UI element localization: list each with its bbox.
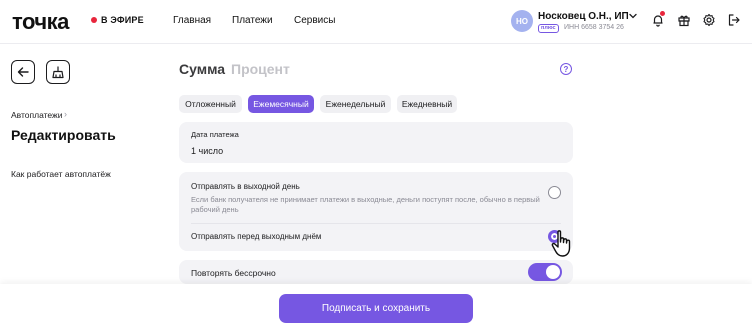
chevron-down-icon[interactable] [628,11,638,21]
clean-button[interactable] [46,60,70,84]
chip-weekly[interactable]: Еженедельный [320,95,391,113]
top-header: точка В ЭФИРЕ Главная Платежи Сервисы НО… [0,0,752,44]
option-weekend-title[interactable]: Отправлять в выходной день [191,182,300,191]
nav-payments[interactable]: Платежи [232,15,273,26]
payment-date-value: 1 число [191,146,224,156]
chip-monthly[interactable]: Ежемесячный [248,95,314,113]
repeat-forever-row: Повторять бессрочно [179,260,573,284]
help-icon[interactable]: ? [560,63,572,75]
plan-badge: плюс [538,24,559,33]
tab-amount[interactable]: Сумма [179,61,225,77]
breadcrumb-chevron-icon: › [64,109,67,119]
avatar[interactable]: НО [511,10,533,32]
live-indicator-dot [91,17,97,23]
exit-icon[interactable] [727,13,741,27]
payment-date-label: Дата платежа [191,130,239,139]
back-button[interactable] [11,60,35,84]
how-it-works-link[interactable]: Как работает автоплатёж [11,169,111,179]
hand-cursor-icon [551,230,571,257]
repeat-forever-toggle[interactable] [528,263,562,281]
arrow-left-icon [17,67,29,77]
repeat-forever-label: Повторять бессрочно [191,268,276,278]
send-options-card: Отправлять в выходной день Если банк пол… [179,172,573,251]
user-name[interactable]: Носковец О.Н., ИП [538,11,629,22]
nav-services[interactable]: Сервисы [294,15,335,26]
breadcrumb[interactable]: Автоплатежи [11,110,63,120]
gift-icon[interactable] [677,13,691,27]
logo[interactable]: точка [12,9,69,35]
tab-percent[interactable]: Процент [231,61,290,77]
payment-date-field[interactable]: Дата платежа 1 число [179,122,573,163]
sign-and-save-button[interactable]: Подписать и сохранить [279,294,473,323]
toggle-knob [546,265,560,279]
chip-deferred[interactable]: Отложенный [179,95,242,113]
broom-icon [52,66,64,79]
gear-icon[interactable] [702,13,716,27]
notification-dot [660,11,665,16]
page-title: Редактировать [11,127,116,143]
inn-text: ИНН 6658 3754 26 [564,24,624,31]
nav-home[interactable]: Главная [173,15,211,26]
option-weekend-description: Если банк получателя не принимает платеж… [191,195,540,214]
option-weekend-radio[interactable] [548,186,561,199]
divider [191,223,561,224]
chip-daily[interactable]: Ежедневный [397,95,457,113]
option-before-weekend-title[interactable]: Отправлять перед выходным днём [191,232,321,241]
live-label[interactable]: В ЭФИРЕ [101,15,144,25]
